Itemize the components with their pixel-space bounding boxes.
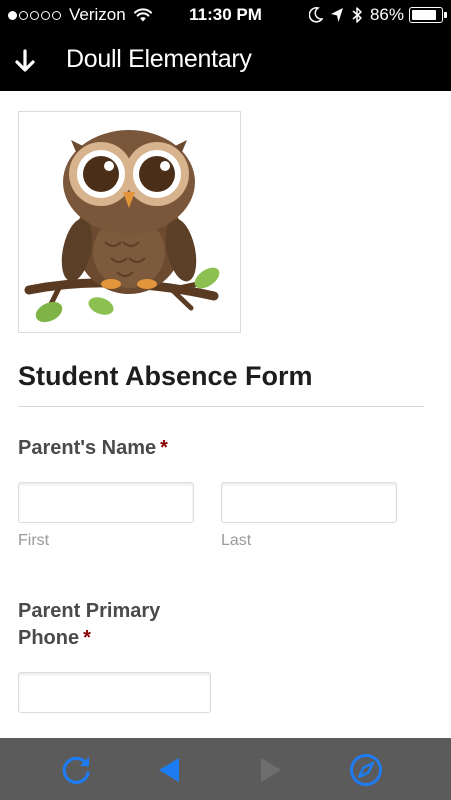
parent-name-label: Parent's Name * bbox=[18, 435, 168, 462]
moon-icon bbox=[308, 7, 323, 23]
owl-illustration bbox=[24, 130, 220, 323]
app-header: Doull Elementary bbox=[0, 30, 451, 91]
required-asterisk: * bbox=[83, 627, 91, 649]
last-name-input[interactable] bbox=[221, 482, 397, 523]
first-name-input[interactable] bbox=[18, 482, 194, 523]
required-asterisk: * bbox=[160, 437, 168, 459]
app-title: Doull Elementary bbox=[66, 45, 252, 73]
parent-phone-input[interactable] bbox=[18, 672, 211, 713]
battery-icon bbox=[409, 7, 447, 23]
status-right: 86% bbox=[308, 5, 447, 25]
compass-icon[interactable] bbox=[349, 753, 383, 787]
battery-percent: 86% bbox=[369, 5, 404, 24]
down-arrow-icon[interactable] bbox=[12, 48, 38, 74]
last-name-sublabel: Last bbox=[221, 532, 252, 549]
browser-toolbar bbox=[0, 738, 451, 800]
status-bar: Verizon 11:30 PM 86% bbox=[0, 0, 451, 30]
refresh-icon[interactable] bbox=[60, 753, 94, 787]
first-name-sublabel: First bbox=[18, 532, 50, 549]
page-content[interactable]: Student Absence Form Parent's Name * Firs… bbox=[0, 91, 451, 738]
location-arrow-icon bbox=[330, 8, 343, 22]
form-divider bbox=[18, 406, 424, 407]
owl-image bbox=[18, 111, 241, 333]
forward-icon bbox=[261, 758, 281, 782]
parent-name-label-text: Parent's Name bbox=[18, 437, 157, 459]
form-title: Student Absence Form bbox=[18, 361, 313, 391]
bluetooth-icon bbox=[352, 7, 362, 23]
parent-phone-label: Parent Primary Phone * bbox=[18, 598, 208, 652]
back-icon[interactable] bbox=[153, 753, 187, 787]
